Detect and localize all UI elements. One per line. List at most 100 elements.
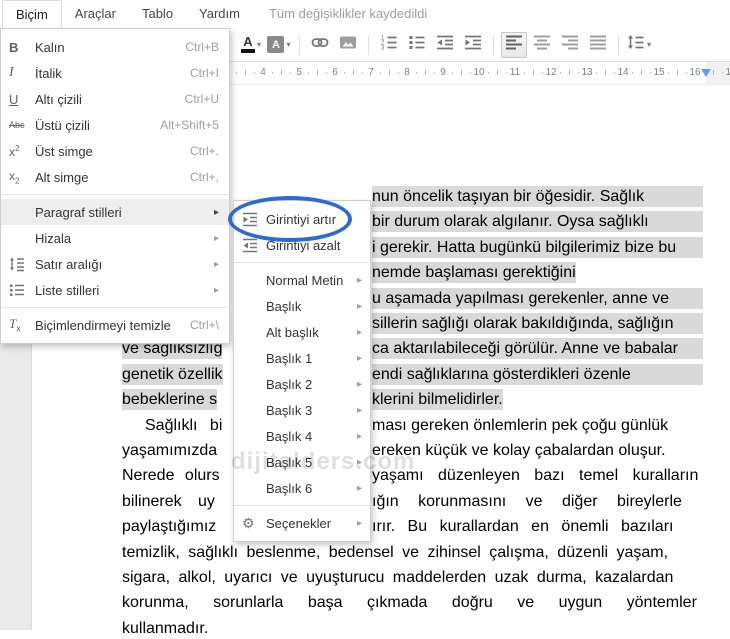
menu-item-strikethrough[interactable]: Abc Üstü çizili Alt+Shift+5	[1, 112, 229, 138]
text-line-right-fragment[interactable]: u aşamada yapılması gerekenler, anne ve	[372, 288, 703, 309]
toolbar-align-center-button[interactable]	[529, 32, 555, 58]
text-line[interactable]: sigara, alkol, uyarıcı ve uyuşturucu mad…	[122, 567, 673, 588]
menu-separator	[1, 194, 229, 195]
menu-item-superscript[interactable]: x2 Üst simge Ctrl+.	[1, 138, 229, 164]
text-line-right-fragment[interactable]: sillerin sağlığı olarak bakıldığında, sa…	[372, 313, 703, 334]
text-line-left-fragment[interactable]: Nerede olurs	[122, 465, 220, 486]
text-line-right-fragment[interactable]: ca aktarılabileceği görülür. Anne ve bab…	[372, 338, 703, 359]
menubar-item-table-menu[interactable]: Tablo	[129, 0, 186, 28]
text-line[interactable]: temizlik, sağlıklı beslenme, bedensel ve…	[122, 542, 668, 563]
menu-item-align[interactable]: Hizala ▸	[1, 225, 229, 251]
text-line-right-fragment[interactable]: nun öncelik taşıyan bir öğesidir. Sağlık	[372, 186, 703, 207]
ruler-number: 13	[581, 67, 593, 78]
submenu-arrow-icon: ▸	[213, 258, 219, 270]
link-icon	[311, 33, 329, 56]
toolbar-increase-indent-button[interactable]	[460, 32, 486, 58]
text-line-left-fragment[interactable]: Sağlıklı bi	[145, 415, 222, 436]
submenu-arrow-icon: ▸	[356, 300, 362, 312]
text-line[interactable]: kullanmadır.	[122, 618, 208, 639]
text-line-right-fragment[interactable]: endi sağlıklarına gösterdikleri özenle	[372, 364, 703, 385]
italic-icon: I	[9, 65, 14, 80]
ruler-tick	[389, 70, 390, 75]
ruler-dot	[290, 72, 291, 74]
ruler-dot	[344, 72, 345, 74]
text-line-right-fragment[interactable]: bir durum olarak algılanır. Oysa sağlıkl…	[372, 211, 703, 232]
menubar-item-help-menu[interactable]: Yardım	[186, 0, 253, 28]
ruler-number: 14	[617, 67, 629, 78]
submenu-item-normal-text[interactable]: Normal Metin ▸	[234, 267, 370, 293]
menu-item-label: Paragraf stilleri	[35, 204, 122, 220]
text-line-right-fragment[interactable]: yaşamı düzenleyen bazı temel kuralların	[372, 465, 698, 486]
text-line-left-fragment[interactable]: bebeklerine s	[122, 389, 218, 410]
text-line-right-fragment[interactable]: ereken küçük ve kolay çabalardan oluşur.	[372, 440, 666, 461]
menu-item-subscript[interactable]: x2 Alt simge Ctrl+,	[1, 164, 229, 190]
submenu-arrow-icon: ▸	[213, 206, 219, 218]
menubar-item-tools-menu[interactable]: Araçlar	[62, 0, 129, 28]
chevron-down-icon[interactable]: ▾	[647, 40, 651, 49]
text-line-left-fragment[interactable]: bilinerek uy	[122, 491, 215, 512]
toolbar-align-justify-button[interactable]	[585, 32, 611, 58]
ruler-number: 10	[473, 67, 485, 78]
menu-separator	[1, 307, 229, 308]
indent-decrease-icon	[242, 237, 266, 253]
ruler-tick	[317, 70, 318, 75]
text-line-left-fragment[interactable]: yaşamımızda	[122, 440, 217, 461]
ruler-dot	[686, 72, 687, 74]
menu-item-shortcut: Ctrl+,	[189, 170, 219, 184]
text-line-right-fragment[interactable]: ması gereken önlemlerin pek çoğu günlük	[372, 415, 668, 436]
submenu-item-heading-6[interactable]: Başlık 6 ▸	[234, 475, 370, 501]
chevron-down-icon[interactable]: ▾	[286, 40, 290, 49]
menu-separator	[234, 505, 370, 506]
submenu-item-options[interactable]: ⚙ Seçenekler ▸	[234, 510, 370, 536]
menu-item-underline[interactable]: U Altı çizili Ctrl+U	[1, 86, 229, 112]
save-status-text: Tüm değişiklikler kaydedildi	[268, 6, 428, 21]
submenu-item-subtitle[interactable]: Alt başlık ▸	[234, 319, 370, 345]
text-line-right-fragment[interactable]: ırır. Bu kurallardan en önemli bazıları	[372, 516, 673, 537]
text-line-left-fragment[interactable]: genetik özellik	[122, 364, 223, 385]
submenu-item-label: Alt başlık	[266, 324, 319, 340]
menu-item-list-styles[interactable]: Liste stilleri ▸	[1, 277, 229, 303]
toolbar-numbered-list-button[interactable]: 123	[376, 32, 402, 58]
toolbar-align-right-button[interactable]	[557, 32, 583, 58]
menubar-item-format-menu[interactable]: Biçim	[2, 0, 62, 28]
submenu-item-heading-2[interactable]: Başlık 2 ▸	[234, 371, 370, 397]
toolbar-line-spacing-button[interactable]: ▾	[626, 32, 652, 58]
ruler-dot	[488, 72, 489, 74]
menu-item-italic[interactable]: I İtalik Ctrl+I	[1, 60, 229, 86]
text-line-right-fragment[interactable]: i gerekir. Hatta bugünkü bilgilerimiz bi…	[372, 237, 703, 258]
chevron-down-icon[interactable]: ▾	[257, 40, 261, 49]
toolbar-bulleted-list-button[interactable]	[404, 32, 430, 58]
text-line-right-fragment[interactable]: nemde başlaması gerektiğini	[372, 262, 576, 283]
submenu-item-title[interactable]: Başlık ▸	[234, 293, 370, 319]
submenu-arrow-icon: ▸	[356, 326, 362, 338]
toolbar-decrease-indent-button[interactable]	[432, 32, 458, 58]
text-line-left-fragment[interactable]: paylaştığımız	[122, 516, 216, 537]
submenu-item-label: Başlık 1	[266, 350, 313, 366]
menu-item-clear-formatting[interactable]: Tx Biçimlendirmeyi temizle Ctrl+\	[1, 312, 229, 338]
submenu-item-heading-1[interactable]: Başlık 1 ▸	[234, 345, 370, 371]
ruler-number: 15	[653, 67, 665, 78]
text-line-right-fragment[interactable]: klerini bilmelidirler.	[372, 389, 503, 410]
text-line[interactable]: korunma, sorunlarla başa çıkmada doğru v…	[122, 592, 697, 613]
submenu-item-heading-3[interactable]: Başlık 3 ▸	[234, 397, 370, 423]
submenu-item-heading-4[interactable]: Başlık 4 ▸	[234, 423, 370, 449]
toolbar-text-color-button[interactable]: A ▾	[238, 32, 264, 58]
menu-item-bold[interactable]: B Kalın Ctrl+B	[1, 34, 229, 60]
toolbar-align-left-button[interactable]	[501, 31, 527, 58]
text-line-right-fragment[interactable]: ığın korunmasını ve diğer bireylerle	[372, 491, 682, 512]
ruler-dot	[308, 72, 309, 74]
ruler-tick	[425, 70, 426, 75]
menu-item-label: Kalın	[35, 39, 65, 55]
menu-item-paragraph-styles[interactable]: Paragraf stilleri ▸	[1, 199, 229, 225]
menu-item-line-spacing[interactable]: Satır aralığı ▸	[1, 251, 229, 277]
submenu-item-increase-indent[interactable]: Girintiyi artır	[234, 206, 370, 232]
ruler-tick	[641, 70, 642, 75]
toolbar-insert-link-button[interactable]	[307, 32, 333, 58]
toolbar-highlight-color-button[interactable]: A ▾	[266, 32, 292, 58]
submenu-item-decrease-indent[interactable]: Girintiyi azalt	[234, 232, 370, 258]
toolbar-insert-image-button[interactable]	[335, 32, 361, 58]
menu-separator	[234, 262, 370, 263]
ruler-tick	[569, 70, 570, 75]
right-indent-marker[interactable]	[701, 69, 711, 77]
gear-icon: ⚙	[242, 514, 255, 531]
